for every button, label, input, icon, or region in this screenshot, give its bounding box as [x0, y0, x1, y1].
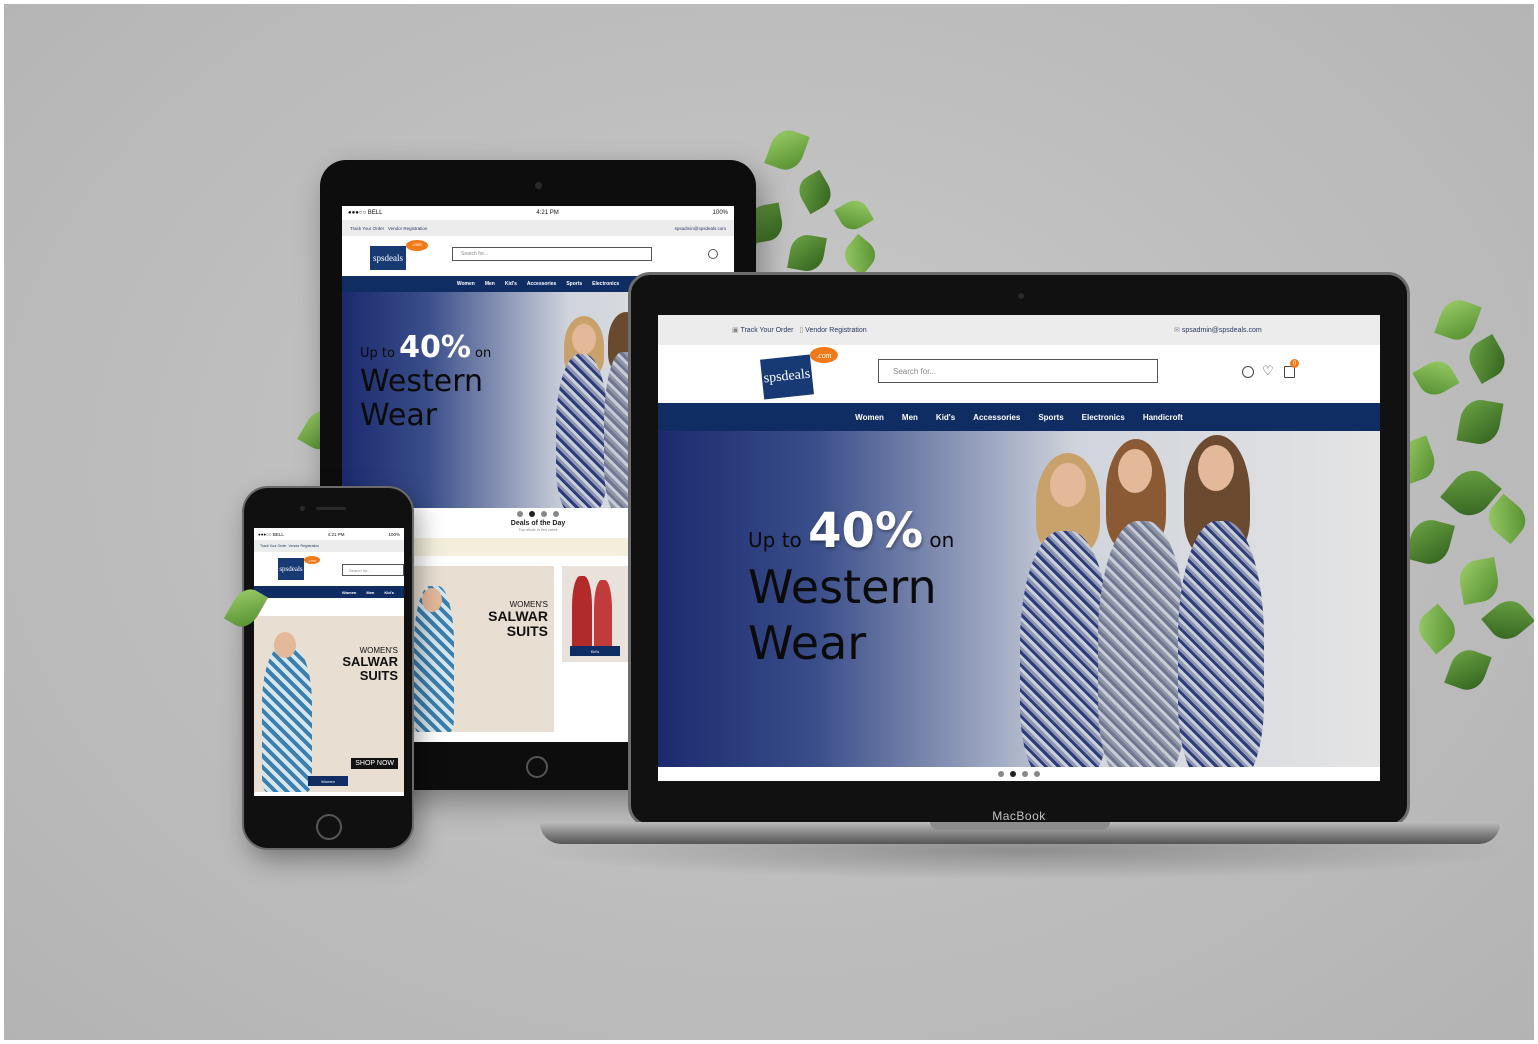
laptop-logo[interactable]: spsdeals .com — [760, 347, 838, 400]
nav-men[interactable]: Men — [485, 281, 495, 287]
nav-handicroft[interactable]: Handicroft — [1143, 413, 1183, 422]
tablet-search-input[interactable]: Search for... — [452, 247, 652, 261]
tablet-header: spsdeals .com Search for... — [342, 236, 734, 276]
laptop-hero-banner[interactable]: Up to 40% on Western Wear — [658, 431, 1380, 767]
email-link[interactable]: spsadmin@spsdeals.com — [1182, 327, 1262, 334]
battery-label: 100% — [388, 531, 400, 537]
laptop-carousel-dots[interactable] — [658, 767, 1380, 781]
phone-camera — [300, 506, 305, 511]
logo-com-badge: .com — [809, 347, 838, 364]
nav-accessories[interactable]: Accessories — [527, 281, 556, 287]
tablet-salwar-text: WOMEN'S SALWAR SUITS — [488, 600, 548, 639]
nav-accessories[interactable]: Accessories — [973, 413, 1020, 422]
salwar-suits-tile[interactable]: WOMEN'S SALWAR SUITS — [408, 566, 554, 732]
logo-com-badge: .com — [406, 240, 428, 251]
track-order-link[interactable]: Track Your Order — [740, 327, 793, 334]
nav-electronics[interactable]: Electronics — [592, 281, 619, 287]
nav-sports[interactable]: Sports — [566, 281, 582, 287]
nav-men[interactable]: Men — [366, 590, 374, 595]
tablet-status-bar: ●●●○○ BELL 4:21 PM 100% — [342, 206, 734, 220]
vendor-registration-link[interactable]: Vendor Registration — [288, 544, 319, 548]
nav-electronics[interactable]: Electronics — [1082, 413, 1125, 422]
phone-salwar-banner[interactable]: WOMEN'S SALWAR SUITS SHOP NOW Women — [254, 616, 404, 792]
nav-kids[interactable]: Kid's — [505, 281, 517, 287]
phone-speaker — [316, 507, 346, 510]
tablet-topbar: Track Your Order Vendor Registration sps… — [342, 220, 734, 236]
phone-nav: Women Men Kid's — [254, 586, 404, 598]
phone-logo[interactable]: spsdeals .com — [278, 556, 320, 580]
logo-com-badge: .com — [304, 556, 320, 564]
user-icon[interactable] — [708, 249, 718, 259]
laptop-camera — [1018, 293, 1024, 299]
battery-label: 100% — [712, 210, 728, 216]
tablet-home-button[interactable] — [526, 756, 548, 778]
phone-salwar-text: WOMEN'S SALWAR SUITS — [342, 646, 398, 683]
tablet-logo[interactable]: spsdeals .com — [370, 240, 428, 270]
phone-device: ●●●○○ BELL 4:21 PM 100% Track Your Order… — [242, 486, 414, 850]
phone-spacer — [254, 598, 404, 616]
track-order-link[interactable]: Track Your Order — [260, 544, 287, 548]
tablet-camera — [535, 182, 542, 189]
email-link[interactable]: spsadmin@spsdeals.com — [675, 226, 726, 231]
macbook-label: MacBook — [992, 809, 1046, 823]
vendor-registration-link[interactable]: Vendor Registration — [388, 226, 428, 231]
cart-count-badge: 0 — [1290, 359, 1299, 368]
carrier-label: ●●●○○ BELL — [258, 531, 284, 537]
nav-kids[interactable]: Kid's — [936, 413, 955, 422]
laptop-search-input[interactable]: Search for... — [878, 359, 1158, 383]
nav-women[interactable]: Women — [457, 281, 475, 287]
nav-women[interactable]: Women — [342, 590, 356, 595]
laptop-hero-text: Up to 40% on Western Wear — [748, 503, 955, 670]
carrier-label: ●●●○○ BELL — [348, 210, 383, 216]
laptop-screen: ▣ Track Your Order ▯ Vendor Registration… — [658, 315, 1380, 781]
phone-header: spsdeals .com Search for... — [254, 552, 404, 586]
phone-screen: ●●●○○ BELL 4:21 PM 100% Track Your Order… — [254, 528, 404, 796]
phone-home-button[interactable] — [316, 814, 342, 840]
user-icon[interactable] — [1242, 366, 1254, 378]
nav-men[interactable]: Men — [902, 413, 918, 422]
nav-sports[interactable]: Sports — [1038, 413, 1063, 422]
track-order-link[interactable]: Track Your Order — [350, 226, 384, 231]
wishlist-heart-icon[interactable]: ♡ — [1262, 363, 1274, 379]
phone-search-input[interactable]: Search for... — [342, 564, 404, 576]
laptop-nav: Women Men Kid's Accessories Sports Elect… — [658, 403, 1380, 431]
laptop-notch — [930, 822, 1110, 830]
laptop-topbar: ▣ Track Your Order ▯ Vendor Registration… — [658, 315, 1380, 345]
laptop-header: spsdeals .com Search for... ♡ 0 — [658, 345, 1380, 403]
kids-label: Kid's — [570, 646, 620, 656]
phone-topbar: Track Your Order Vendor Registration — [254, 540, 404, 552]
tablet-hero-text: Up to 40% on Western Wear — [360, 330, 492, 433]
nav-kids[interactable]: Kid's — [384, 590, 394, 595]
time-label: 4:21 PM — [536, 210, 559, 216]
kids-tile[interactable]: Kid's — [562, 566, 628, 662]
vendor-registration-link[interactable]: Vendor Registration — [805, 327, 866, 334]
phone-status-bar: ●●●○○ BELL 4:21 PM 100% — [254, 528, 404, 540]
laptop-device: ▣ Track Your Order ▯ Vendor Registration… — [628, 272, 1410, 827]
shop-now-button[interactable]: SHOP NOW — [351, 758, 398, 769]
time-label: 4:21 PM — [327, 531, 345, 537]
nav-women[interactable]: Women — [855, 413, 884, 422]
women-label: Women — [308, 776, 348, 786]
